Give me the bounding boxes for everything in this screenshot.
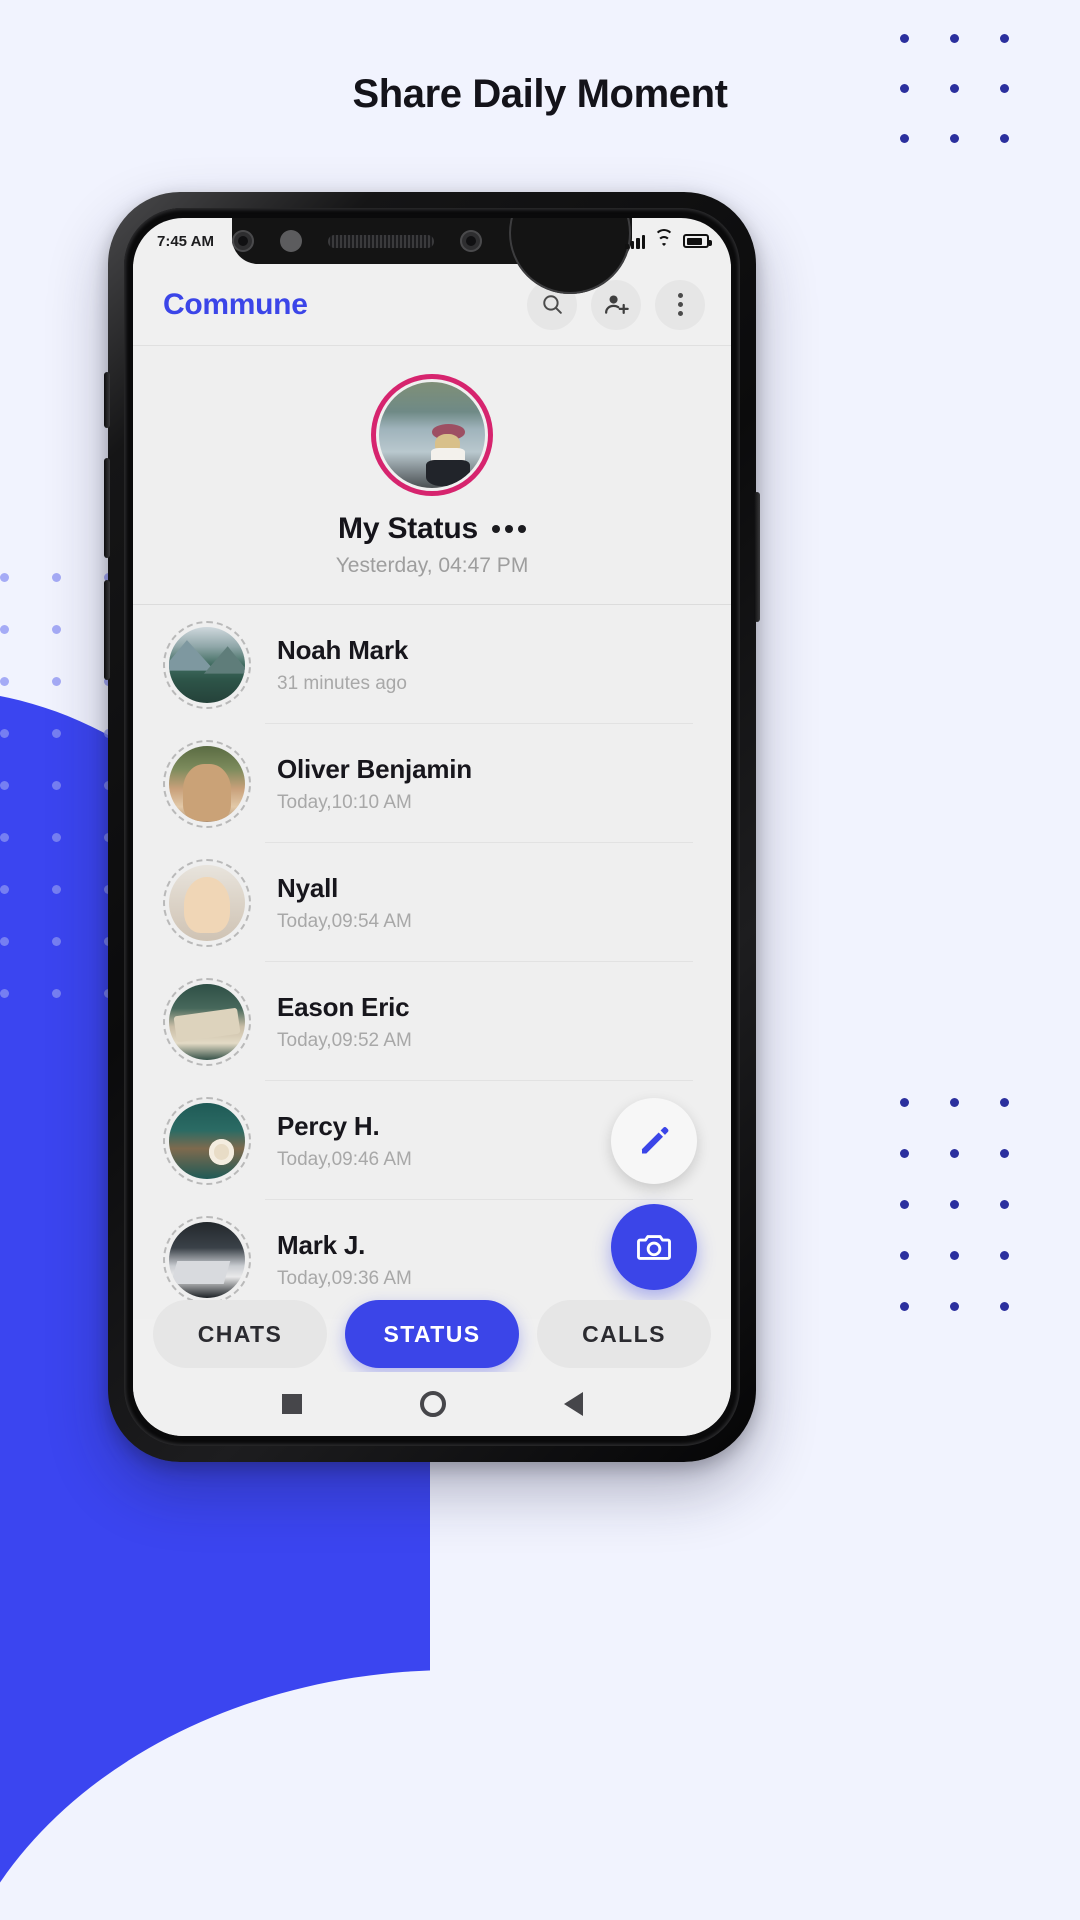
app-bar: Commune xyxy=(133,264,731,346)
status-time: Today,09:36 AM xyxy=(277,1267,412,1289)
search-icon xyxy=(542,295,562,314)
contact-name: Oliver Benjamin xyxy=(277,753,472,784)
recents-square-icon[interactable] xyxy=(281,1394,302,1414)
my-status-timestamp: Yesterday, 04:47 PM xyxy=(335,554,529,577)
page-title: Share Daily Moment xyxy=(352,72,728,116)
phone-screen: 7:45 AM Commune My Status Yesterday, 04:… xyxy=(133,218,731,1436)
camera-icon xyxy=(637,1235,671,1260)
phone-side-button xyxy=(104,372,110,428)
avatar xyxy=(163,739,251,828)
my-status-avatar[interactable] xyxy=(371,374,493,496)
signal-icon xyxy=(625,233,645,249)
status-bar: 7:45 AM xyxy=(133,218,731,264)
camera-fab[interactable] xyxy=(611,1204,697,1290)
avatar xyxy=(163,977,251,1066)
status-list-item[interactable]: Noah Mark 31 minutes ago xyxy=(133,605,731,724)
add-person-button[interactable] xyxy=(591,279,641,330)
status-time: Today,09:54 AM xyxy=(277,910,412,932)
status-list-item[interactable]: Eason Eric Today,09:52 AM xyxy=(133,962,731,1081)
volume-up-button xyxy=(104,458,110,558)
my-status-section[interactable]: My Status Yesterday, 04:47 PM xyxy=(133,346,731,605)
avatar-illustration xyxy=(426,424,471,487)
bottom-tabs: CHATS STATUS CALLS xyxy=(133,1300,731,1368)
volume-down-button xyxy=(104,580,110,680)
contact-name: Eason Eric xyxy=(277,991,410,1022)
status-time: Today,10:10 AM xyxy=(277,791,412,813)
contact-name: Percy H. xyxy=(277,1110,380,1141)
wifi-icon xyxy=(654,228,674,249)
home-circle-icon[interactable] xyxy=(419,1391,446,1417)
pencil-icon xyxy=(642,1127,669,1154)
contact-name: Noah Mark xyxy=(277,634,409,665)
my-status-title: My Status xyxy=(338,512,478,545)
contact-name: Mark J. xyxy=(277,1229,366,1260)
status-time: Today,09:46 AM xyxy=(277,1148,412,1170)
tab-status[interactable]: STATUS xyxy=(345,1300,519,1368)
status-bar-time: 7:45 AM xyxy=(157,232,214,250)
contact-name: Nyall xyxy=(277,872,339,903)
battery-icon xyxy=(683,234,712,248)
android-navigation-bar xyxy=(133,1372,731,1436)
back-triangle-icon[interactable] xyxy=(563,1392,583,1416)
tab-chats[interactable]: CHATS xyxy=(153,1300,327,1368)
add-person-icon xyxy=(604,295,629,314)
edit-fab[interactable] xyxy=(611,1098,697,1184)
status-list-item[interactable]: Nyall Today,09:54 AM xyxy=(133,843,731,962)
avatar xyxy=(163,1215,251,1304)
status-time: 31 minutes ago xyxy=(277,672,407,694)
power-button xyxy=(754,492,760,622)
tab-calls[interactable]: CALLS xyxy=(537,1300,711,1368)
avatar xyxy=(163,1096,251,1185)
overflow-menu-icon xyxy=(677,293,683,316)
overflow-menu-button[interactable] xyxy=(655,279,705,330)
ellipsis-icon[interactable] xyxy=(491,525,526,533)
dot-pattern-bottom-right xyxy=(900,1098,1050,1353)
avatar xyxy=(163,620,251,709)
app-brand-title: Commune xyxy=(163,287,308,321)
avatar xyxy=(163,858,251,947)
phone-mockup: 7:45 AM Commune My Status Yesterday, 04:… xyxy=(104,192,760,1462)
status-time: Today,09:52 AM xyxy=(277,1029,412,1051)
status-list-item[interactable]: Oliver Benjamin Today,10:10 AM xyxy=(133,724,731,843)
status-bar-icons xyxy=(625,228,712,249)
